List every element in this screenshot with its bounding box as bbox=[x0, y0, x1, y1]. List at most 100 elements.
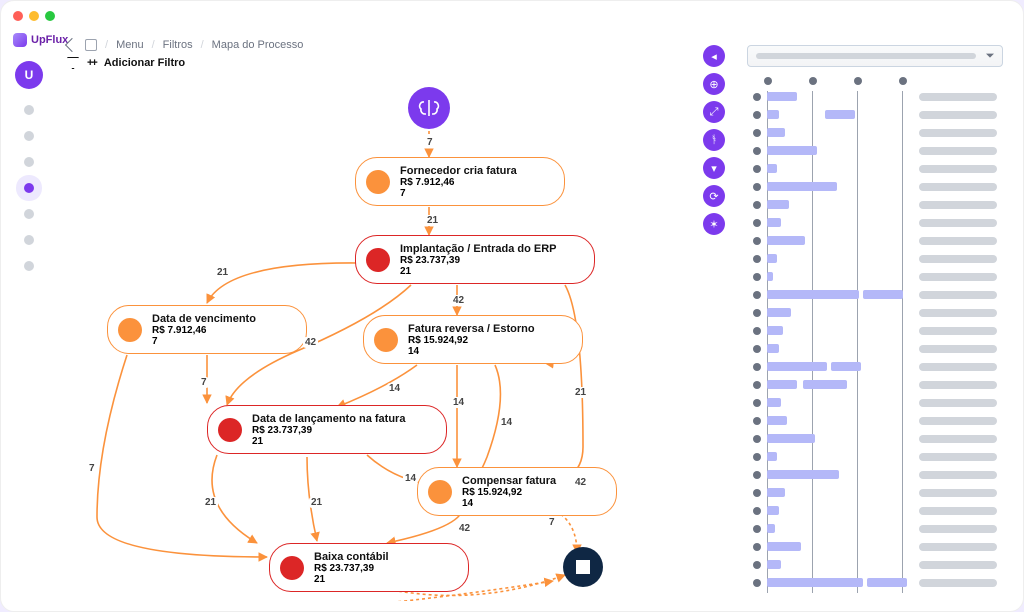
sidebar-item-5[interactable] bbox=[24, 209, 34, 219]
row-label-placeholder bbox=[919, 219, 997, 227]
node-baixa[interactable]: Baixa contábilR$ 23.737,3921 bbox=[269, 543, 469, 592]
bar bbox=[767, 470, 839, 479]
bar bbox=[767, 344, 779, 353]
sidebar-item-3[interactable] bbox=[24, 157, 34, 167]
sidebar-item-1[interactable] bbox=[24, 105, 34, 115]
bar bbox=[767, 488, 785, 497]
bar bbox=[767, 128, 785, 137]
panel-row bbox=[747, 163, 1003, 175]
bar bbox=[767, 110, 779, 119]
row-dot-icon bbox=[753, 363, 761, 371]
minimize-icon[interactable] bbox=[29, 11, 39, 21]
edge-label: 14 bbox=[499, 417, 514, 428]
row-dot-icon bbox=[753, 201, 761, 209]
tool-fit[interactable]: ⤢ bbox=[703, 101, 725, 123]
row-dot-icon bbox=[753, 453, 761, 461]
row-label-placeholder bbox=[919, 543, 997, 551]
breadcrumb: / Menu / Filtros / Mapa do Processo bbox=[57, 33, 733, 53]
node-value: R$ 15.924,92 bbox=[462, 487, 602, 498]
row-label-placeholder bbox=[919, 507, 997, 515]
row-dot-icon bbox=[753, 273, 761, 281]
tool-filter[interactable]: ▾ bbox=[703, 157, 725, 179]
row-label-placeholder bbox=[919, 327, 997, 335]
row-label-placeholder bbox=[919, 561, 997, 569]
sidebar-item-6[interactable] bbox=[24, 235, 34, 245]
panel-row bbox=[747, 181, 1003, 193]
bar bbox=[767, 578, 863, 587]
bar bbox=[767, 146, 817, 155]
process-canvas[interactable]: Fornecedor cria faturaR$ 7.912,467 Implan… bbox=[57, 87, 733, 601]
panel-row bbox=[747, 199, 1003, 211]
bar bbox=[767, 542, 801, 551]
node-implantacao[interactable]: Implantação / Entrada do ERPR$ 23.737,39… bbox=[355, 235, 595, 284]
back-icon[interactable] bbox=[65, 38, 79, 52]
row-dot-icon bbox=[753, 147, 761, 155]
breadcrumb-menu[interactable]: Menu bbox=[116, 39, 144, 51]
filter-icon[interactable] bbox=[67, 57, 79, 69]
tool-refresh[interactable]: ⟳ bbox=[703, 185, 725, 207]
panel-row bbox=[747, 433, 1003, 445]
node-reversa[interactable]: Fatura reversa / EstornoR$ 15.924,9214 bbox=[363, 315, 583, 364]
add-filter-icon[interactable]: ++ bbox=[87, 57, 96, 69]
row-label-placeholder bbox=[919, 489, 997, 497]
node-count: 14 bbox=[408, 346, 568, 357]
tool-pointer[interactable]: ◂ bbox=[703, 45, 725, 67]
node-lancamento[interactable]: Data de lançamento na faturaR$ 23.737,39… bbox=[207, 405, 447, 454]
node-value: R$ 23.737,39 bbox=[252, 425, 432, 436]
panel-row bbox=[747, 271, 1003, 283]
row-label-placeholder bbox=[919, 471, 997, 479]
home-icon[interactable] bbox=[85, 39, 97, 51]
side-panel bbox=[741, 41, 1009, 597]
node-value: R$ 7.912,46 bbox=[400, 177, 550, 188]
breadcrumb-filtros[interactable]: Filtros bbox=[163, 39, 193, 51]
row-dot-icon bbox=[753, 237, 761, 245]
bar bbox=[767, 272, 773, 281]
bar bbox=[767, 308, 791, 317]
severity-dot bbox=[366, 170, 390, 194]
tool-settings[interactable]: ✶ bbox=[703, 213, 725, 235]
close-icon[interactable] bbox=[13, 11, 23, 21]
row-dot-icon bbox=[753, 111, 761, 119]
row-dot-icon bbox=[753, 507, 761, 515]
row-label-placeholder bbox=[919, 93, 997, 101]
panel-row bbox=[747, 559, 1003, 571]
breadcrumb-mapa[interactable]: Mapa do Processo bbox=[212, 39, 304, 51]
edge-label: 7 bbox=[87, 463, 97, 474]
node-count: 21 bbox=[252, 436, 432, 447]
node-compensar[interactable]: Compensar faturaR$ 15.924,9214 bbox=[417, 467, 617, 516]
panel-row bbox=[747, 505, 1003, 517]
canvas-toolbar: ◂ ⊕ ⤢ ᚬ ▾ ⟳ ✶ bbox=[703, 45, 725, 235]
tool-zoom[interactable]: ⊕ bbox=[703, 73, 725, 95]
bar bbox=[803, 380, 847, 389]
node-title: Data de vencimento bbox=[152, 313, 292, 325]
row-label-placeholder bbox=[919, 381, 997, 389]
maximize-icon[interactable] bbox=[45, 11, 55, 21]
node-vencimento[interactable]: Data de vencimentoR$ 7.912,467 bbox=[107, 305, 307, 354]
tool-graph[interactable]: ᚬ bbox=[703, 129, 725, 151]
panel-dropdown[interactable] bbox=[747, 45, 1003, 67]
sidebar-item-2[interactable] bbox=[24, 131, 34, 141]
edge-label: 21 bbox=[425, 215, 440, 226]
panel-row bbox=[747, 217, 1003, 229]
row-dot-icon bbox=[753, 93, 761, 101]
brain-icon bbox=[417, 96, 441, 120]
panel-row bbox=[747, 451, 1003, 463]
node-fornecedor[interactable]: Fornecedor cria faturaR$ 7.912,467 bbox=[355, 157, 565, 206]
bar bbox=[767, 200, 789, 209]
row-label-placeholder bbox=[919, 183, 997, 191]
row-label-placeholder bbox=[919, 525, 997, 533]
panel-row bbox=[747, 235, 1003, 247]
node-count: 21 bbox=[400, 266, 580, 277]
sidebar-item-4[interactable] bbox=[24, 183, 34, 193]
start-node[interactable] bbox=[408, 87, 450, 129]
panel-chart bbox=[747, 77, 1003, 593]
add-filter-label[interactable]: Adicionar Filtro bbox=[104, 57, 185, 69]
sidebar-item-7[interactable] bbox=[24, 261, 34, 271]
bar bbox=[767, 218, 781, 227]
row-label-placeholder bbox=[919, 273, 997, 281]
row-dot-icon bbox=[753, 165, 761, 173]
panel-row bbox=[747, 469, 1003, 481]
avatar[interactable]: U bbox=[15, 61, 43, 89]
stop-node[interactable] bbox=[563, 547, 603, 587]
edge-label: 21 bbox=[573, 387, 588, 398]
